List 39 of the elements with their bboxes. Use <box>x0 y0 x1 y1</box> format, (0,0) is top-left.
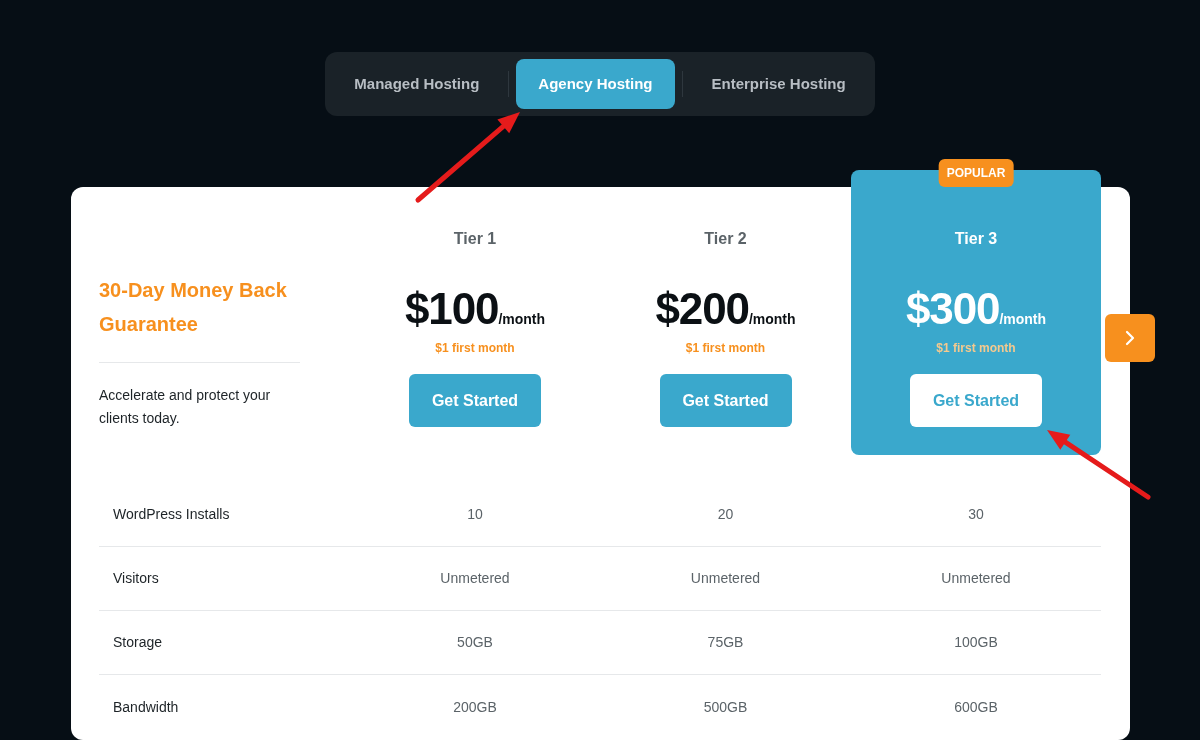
get-started-button[interactable]: Get Started <box>910 374 1042 427</box>
price-period: /month <box>748 311 796 329</box>
plan-tab[interactable]: Enterprise Hosting <box>689 59 868 109</box>
popular-badge: POPULAR <box>938 159 1014 187</box>
feature-label: Visitors <box>112 569 160 588</box>
feature-value: 500GB <box>702 697 749 717</box>
guarantee-heading: 30-Day Money Back Guarantee <box>99 278 288 337</box>
chevron-right-icon <box>1125 330 1135 346</box>
feature-value: 100GB <box>953 633 999 652</box>
next-arrow-button[interactable] <box>1105 314 1155 362</box>
feature-value: 200GB <box>452 697 498 717</box>
feature-label: WordPress Installs <box>112 505 231 524</box>
price-period: /month <box>498 311 546 329</box>
feature-value: 30 <box>967 505 985 524</box>
plan-tab[interactable]: Agency Hosting <box>516 59 675 109</box>
price: $300 <box>905 285 1000 333</box>
feature-value: 75GB <box>706 633 745 652</box>
promo-text: $1 first month <box>936 340 1016 357</box>
feature-value: 20 <box>716 505 735 524</box>
tier-name: Tier 1 <box>453 229 497 249</box>
price-period: /month <box>999 311 1047 329</box>
guarantee-description: Accelerate and protect your clients today. <box>99 386 272 428</box>
promo-text: $1 first month <box>685 340 766 357</box>
feature-value: 600GB <box>953 697 999 717</box>
get-started-button[interactable]: Get Started <box>659 374 792 427</box>
tier-name: Tier 2 <box>704 229 747 249</box>
tier-name: Tier 3 <box>954 229 998 249</box>
plan-tab[interactable]: Managed Hosting <box>332 59 502 109</box>
price: $100 <box>404 285 499 333</box>
feature-value: Unmetered <box>940 569 1012 588</box>
get-started-button[interactable]: Get Started <box>409 374 541 427</box>
promo-text: $1 first month <box>435 340 515 357</box>
price: $200 <box>655 285 749 333</box>
feature-label: Storage <box>112 633 164 652</box>
feature-label: Bandwidth <box>112 697 180 717</box>
feature-value: 50GB <box>456 633 494 652</box>
feature-value: 10 <box>466 505 484 524</box>
feature-value: Unmetered <box>689 569 762 588</box>
feature-value: Unmetered <box>439 569 511 588</box>
